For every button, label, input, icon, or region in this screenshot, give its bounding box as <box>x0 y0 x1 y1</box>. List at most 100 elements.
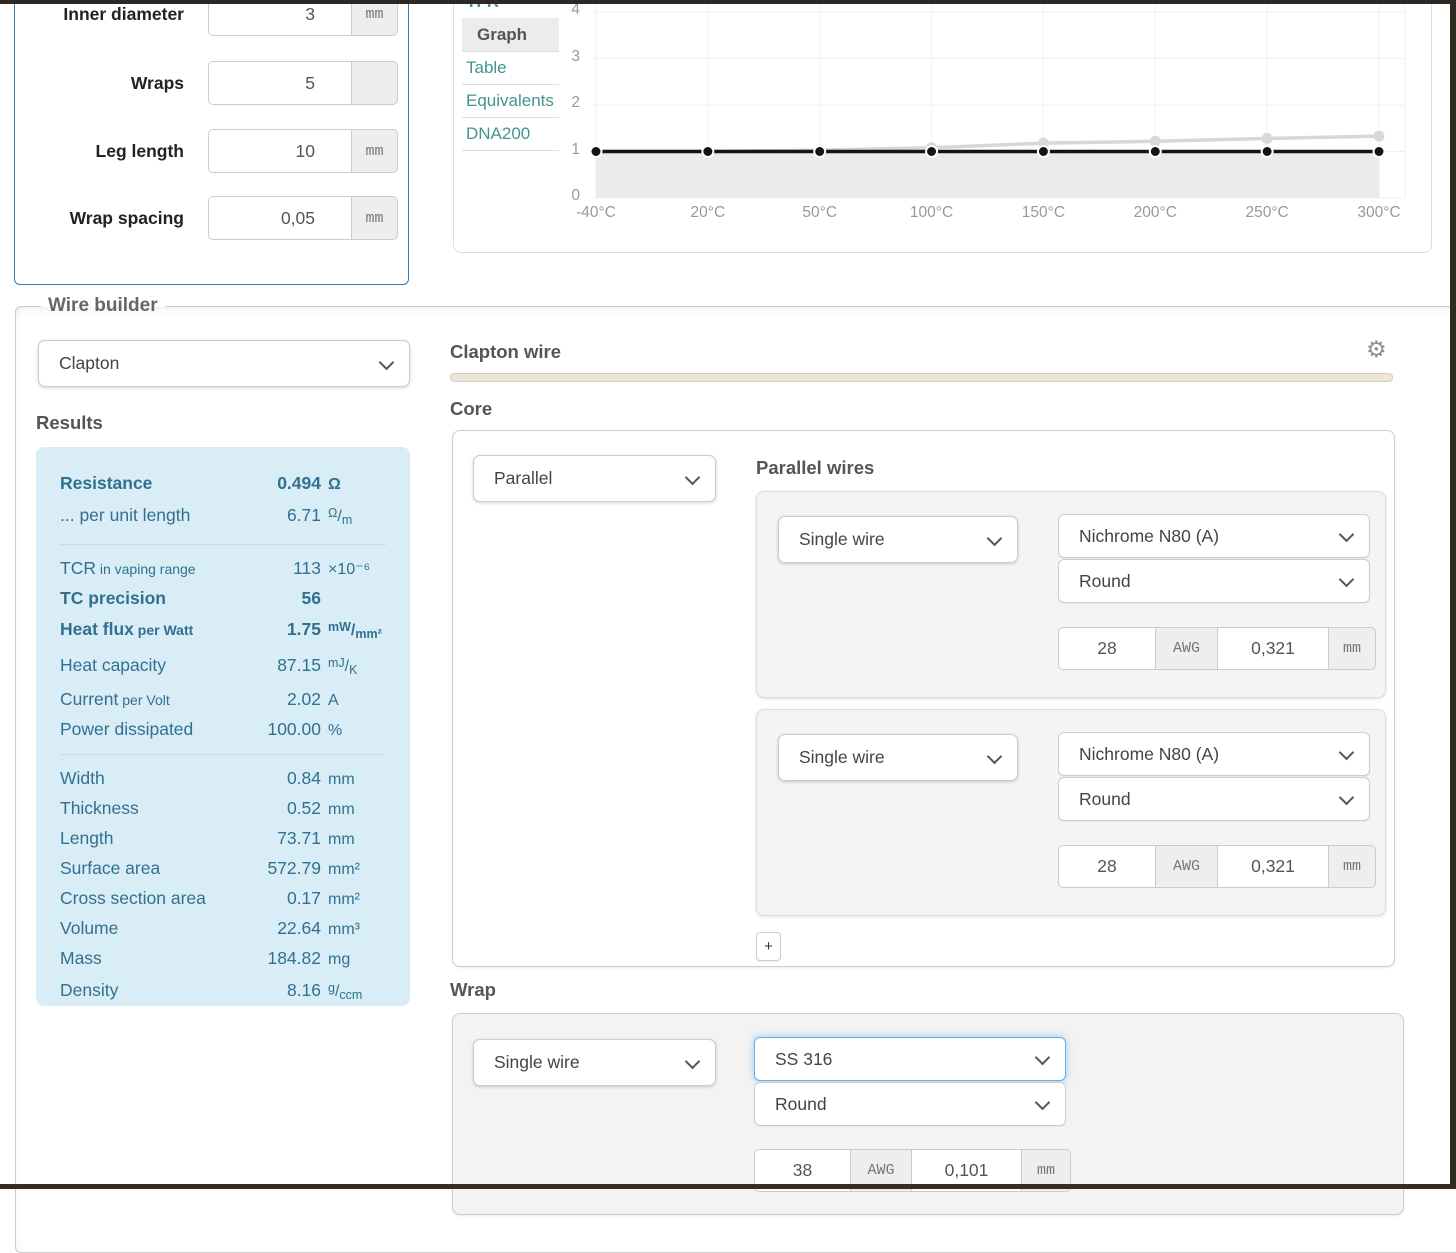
results-divider <box>60 544 386 545</box>
wire-diameter-addon: mm <box>1329 627 1376 670</box>
result-label: Mass <box>60 944 241 973</box>
wrap-type-select[interactable]: Single wire <box>473 1039 716 1086</box>
result-row-tc-precision: TC precision56 <box>36 584 410 613</box>
value-input[interactable] <box>208 196 352 240</box>
wrap-material-select[interactable]: SS 316 <box>754 1037 1066 1081</box>
result-label: Current per Volt <box>60 685 241 715</box>
result-unit: mJ/K <box>321 649 390 685</box>
wrap-profile-select[interactable]: Round <box>754 1082 1066 1126</box>
result-label-suffix: in vaping range <box>96 561 196 577</box>
wire-card-1: Single wire Nichrome N80 (A) Round AWG mm <box>756 491 1386 698</box>
field-label: Inner diameter <box>19 0 184 36</box>
x-axis-tick: 250°C <box>1225 204 1309 222</box>
wire-gauge-group: AWG mm <box>1058 627 1376 670</box>
form-row-leg-length: Leg lengthmm <box>15 129 408 173</box>
result-row-length: Length73.71mm <box>36 824 410 854</box>
value-input[interactable] <box>208 0 352 36</box>
coil-parameters-panel: Inner diameter mm Wraps Leg lengthmm Wrap sp… <box>14 0 409 285</box>
wire-material-select-value: Nichrome N80 (A) <box>1079 744 1219 765</box>
tab-equivalents[interactable]: Equivalents <box>462 84 559 118</box>
result-unit: mm³ <box>321 915 390 944</box>
wire-gauge-group: AWGmm <box>1058 845 1376 888</box>
result-value: 0.84 <box>241 764 321 793</box>
parallel-wires-heading: Parallel wires <box>756 457 874 479</box>
core-structure-select[interactable]: Parallel <box>473 455 716 502</box>
result-row-current: Current per Volt2.02A <box>36 685 410 715</box>
tab-graph[interactable]: Graph <box>462 18 559 52</box>
wire-awg-input[interactable] <box>1058 845 1156 888</box>
wire-preview-bar <box>450 373 1393 382</box>
result-row-mass: Mass184.82mg <box>36 944 410 974</box>
core-structure-select-value: Parallel <box>494 468 552 489</box>
result-value: 113 <box>241 554 321 583</box>
field-label: Wraps <box>19 61 184 105</box>
x-axis-tick: 300°C <box>1337 204 1421 222</box>
result-value: 1.75 <box>241 615 321 644</box>
result-label: Power dissipated <box>60 715 241 744</box>
tab-table[interactable]: Table <box>462 51 559 85</box>
result-value: 73.71 <box>241 824 321 853</box>
wire-type-select[interactable]: Single wire <box>778 516 1018 563</box>
y-axis-tick: 3 <box>548 48 580 66</box>
result-label: Volume <box>60 914 241 943</box>
result-row--per-unit-length: ... per unit length6.71Ω/m <box>36 499 410 535</box>
results-heading: Results <box>36 412 103 434</box>
wire-awg-input[interactable] <box>1058 627 1156 670</box>
unit-addon <box>352 61 398 105</box>
x-axis-tick: 200°C <box>1113 204 1197 222</box>
wire-type-select[interactable]: Single wire <box>778 734 1018 781</box>
unit-addon: mm <box>352 129 398 173</box>
value-input[interactable] <box>208 129 352 173</box>
result-unit: mm <box>321 795 390 824</box>
x-axis-tick: -40°C <box>554 204 638 222</box>
x-axis-tick: 50°C <box>778 204 862 222</box>
wire-profile-select[interactable]: Round <box>1058 559 1370 603</box>
result-label: TCR in vaping range <box>60 554 241 584</box>
wire-material-select[interactable]: Nichrome N80 (A) <box>1058 732 1370 776</box>
input-group: mm <box>208 196 398 240</box>
result-unit: mW/mm² <box>321 613 390 649</box>
result-value: 2.02 <box>241 685 321 714</box>
value-input[interactable] <box>208 61 352 105</box>
wrap-heading: Wrap <box>450 979 496 1001</box>
x-axis-tick: 100°C <box>890 204 974 222</box>
wrap-profile-select-value: Round <box>775 1094 827 1115</box>
result-unit: g/ccm <box>321 974 390 1010</box>
wire-material-select-value: Nichrome N80 (A) <box>1079 526 1219 547</box>
add-wire-button[interactable]: + <box>756 932 781 961</box>
result-label: TC precision <box>60 584 241 613</box>
result-value: 0.52 <box>241 794 321 823</box>
result-value: 56 <box>241 584 321 613</box>
window-edge-right <box>1450 0 1456 1189</box>
wire-material-select[interactable]: Nichrome N80 (A) <box>1058 514 1370 558</box>
wire-diameter-input[interactable] <box>1218 845 1329 888</box>
result-value: 100.00 <box>241 715 321 744</box>
wire-profile-select[interactable]: Round <box>1058 777 1370 821</box>
result-label: Width <box>60 764 241 793</box>
x-axis-tick: 150°C <box>1001 204 1085 222</box>
gear-icon[interactable]: ⚙ <box>1366 339 1387 362</box>
result-unit: mm² <box>321 885 390 914</box>
result-unit: A <box>321 686 390 715</box>
input-group: mm <box>208 129 398 173</box>
field-label: Wrap spacing <box>19 196 184 240</box>
result-label: Resistance <box>60 469 241 498</box>
wire-awg-addon: AWG <box>1156 627 1218 670</box>
result-value: 22.64 <box>241 914 321 943</box>
result-row-width: Width0.84mm <box>36 764 410 794</box>
result-label-suffix: per Watt <box>134 622 193 638</box>
result-value: 572.79 <box>241 854 321 883</box>
wire-diameter-addon: mm <box>1329 845 1376 888</box>
y-axis-tick: 2 <box>548 94 580 112</box>
wrap-material-select-value: SS 316 <box>775 1049 832 1070</box>
x-axis-tick: 20°C <box>666 204 750 222</box>
result-row-surface-area: Surface area572.79mm² <box>36 854 410 884</box>
wire-diameter-input[interactable] <box>1218 627 1329 670</box>
wire-type-select[interactable]: Clapton <box>38 340 410 387</box>
result-row-heat-flux: Heat flux per Watt1.75mW/mm² <box>36 613 410 649</box>
wire-profile-select-value: Round <box>1079 789 1131 810</box>
tab-dna200[interactable]: DNA200 <box>462 117 559 151</box>
input-group <box>208 61 398 105</box>
result-unit: mm² <box>321 855 390 884</box>
y-axis-tick: 1 <box>548 141 580 159</box>
